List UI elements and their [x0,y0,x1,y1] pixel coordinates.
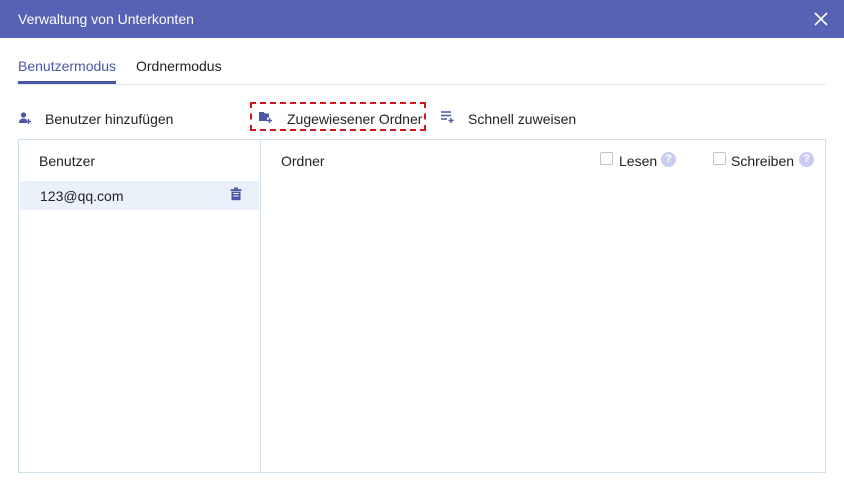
dialog-titlebar: Verwaltung von Unterkonten [0,0,844,38]
write-checkbox[interactable] [713,152,726,165]
close-icon[interactable] [812,10,830,28]
users-header: Benutzer [39,153,96,169]
active-tab-underline [18,81,116,84]
write-label: Schreiben [731,153,795,169]
read-label: Lesen [619,153,658,169]
add-user-icon [19,112,31,124]
trash-icon[interactable] [230,187,242,201]
assigned-folder-label: Zugewiesener Ordner [287,111,423,127]
write-help-icon[interactable]: ? [799,152,814,167]
add-user-label: Benutzer hinzufügen [45,111,174,127]
quick-assign-button[interactable]: Schnell zuweisen [440,104,580,134]
quick-assign-label: Schnell zuweisen [468,111,577,127]
dialog-title: Verwaltung von Unterkonten [18,11,194,27]
read-checkbox[interactable] [600,152,613,165]
list-add-icon [441,111,454,123]
users-column: Benutzer 123@qq.com [19,140,261,472]
folders-header: Ordner [281,153,325,169]
add-user-button[interactable]: Benutzer hinzufügen [18,104,178,134]
tab-benutzermodus[interactable]: Benutzermodus [18,58,116,74]
mode-tabs: Benutzermodus Ordnermodus [18,38,826,85]
assigned-folder-button[interactable]: Zugewiesener Ordner [258,104,424,134]
tab-ordnermodus[interactable]: Ordnermodus [136,58,222,74]
read-help-icon[interactable]: ? [661,152,676,167]
assignment-panel: Benutzer 123@qq.com Ordner Lesen ? Schre… [18,139,826,473]
user-list-item[interactable]: 123@qq.com [20,181,259,210]
folder-add-icon [259,112,272,123]
user-email: 123@qq.com [40,188,124,204]
